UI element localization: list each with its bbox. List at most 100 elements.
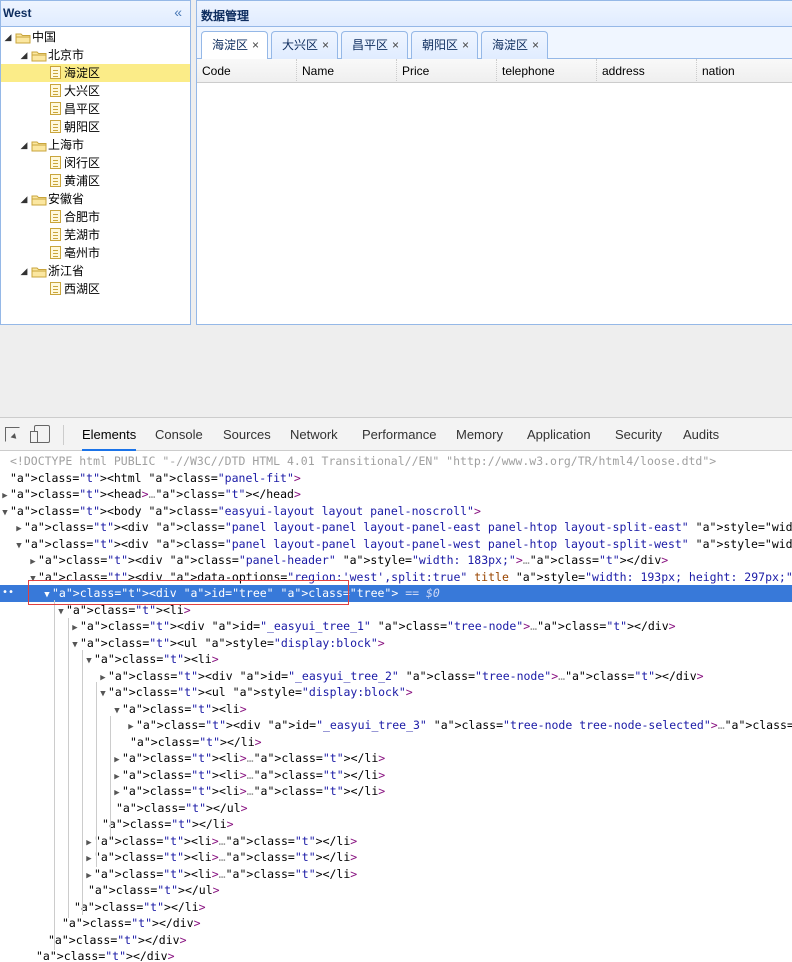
tree-node[interactable]: ◢ 浙江省 — [1, 262, 190, 280]
devtools-tab-elements[interactable]: Elements — [82, 418, 137, 451]
expand-triangle-icon[interactable]: ▶ — [84, 851, 94, 866]
dom-node-line[interactable]: <!DOCTYPE html PUBLIC "-//W3C//DTD HTML … — [0, 453, 792, 470]
dom-node-line[interactable]: ▼ "a">class="t"><li> — [0, 701, 792, 718]
expand-triangle-icon[interactable]: ▶ — [14, 521, 24, 536]
dom-node-line[interactable]: "a">class="t"></div> — [0, 932, 792, 949]
tree-node[interactable]: ◢ 安徽省 — [1, 190, 190, 208]
dom-node-line[interactable]: ▼ "a">class="t"><ul "a">style="display:bl… — [0, 635, 792, 652]
expand-triangle-icon[interactable]: ▶ — [84, 835, 94, 850]
dom-node-line[interactable]: ▶ "a">class="t"><li>…"a">class="t"></li> — [0, 750, 792, 767]
expand-triangle-icon[interactable]: ▶ — [98, 670, 108, 685]
collapse-triangle-icon[interactable]: ▼ — [42, 587, 52, 602]
tree-node[interactable]: 合肥市 — [1, 208, 190, 226]
tab-4[interactable]: 朝阳区 × — [411, 31, 479, 59]
collapse-triangle-icon[interactable]: ▼ — [14, 538, 24, 553]
collapse-triangle-icon[interactable]: ▼ — [98, 686, 108, 701]
column-header-address[interactable]: address — [597, 59, 697, 83]
tree-node[interactable]: 芜湖市 — [1, 226, 190, 244]
column-header-telephone[interactable]: telephone — [497, 59, 597, 83]
column-header-price[interactable]: Price — [397, 59, 497, 83]
expand-triangle-icon[interactable]: ▶ — [28, 554, 38, 569]
tree-node[interactable]: ◢ 北京市 — [1, 46, 190, 64]
dom-node-line[interactable]: ▶ "a">class="t"><head>…"a">class="t"></he… — [0, 486, 792, 503]
devtools-tab-network[interactable]: Network — [290, 418, 338, 451]
devtools-tab-console[interactable]: Console — [155, 418, 203, 451]
devtools-tab-security[interactable]: Security — [615, 418, 662, 451]
expand-triangle-icon[interactable]: ▶ — [70, 620, 80, 635]
selected-dom-node[interactable]: ▼ "a">class="t"><div "a">id="tree" "a">cl… — [0, 585, 792, 602]
tab-2[interactable]: 大兴区 × — [271, 31, 339, 59]
dom-node-line[interactable]: ▼ "a">class="t"><li> — [0, 651, 792, 668]
tree-expand-toggle-icon[interactable]: ◢ — [17, 190, 31, 208]
dom-node-line[interactable]: "a">class="t"></ul> — [0, 882, 792, 899]
devtools-tab-sources[interactable]: Sources — [223, 418, 271, 451]
tree-node[interactable]: ◢ 上海市 — [1, 136, 190, 154]
collapse-icon[interactable]: « — [174, 5, 182, 19]
tree-node[interactable]: 海淀区 — [1, 64, 190, 82]
tree-expand-toggle-icon[interactable]: ◢ — [1, 28, 15, 46]
tree-expand-toggle-icon[interactable]: ◢ — [17, 262, 31, 280]
dom-node-line[interactable]: ▶ "a">class="t"><li>…"a">class="t"></li> — [0, 783, 792, 800]
tree-node[interactable]: 朝阳区 — [1, 118, 190, 136]
devtools-tab-performance[interactable]: Performance — [362, 418, 436, 451]
dom-node-line[interactable]: "a">class="t"></div> — [0, 915, 792, 932]
tree-expand-toggle-icon[interactable]: ◢ — [17, 136, 31, 154]
tree-node[interactable]: 闵行区 — [1, 154, 190, 172]
dom-node-line[interactable]: "a">class="t"></li> — [0, 734, 792, 751]
dom-node-line[interactable]: ▼ "a">class="t"><ul "a">style="display:bl… — [0, 684, 792, 701]
tab-5[interactable]: 海淀区 × — [481, 31, 549, 59]
dom-node-line[interactable]: ▶ "a">class="t"><li>…"a">class="t"></li> — [0, 849, 792, 866]
tree-expand-toggle-icon[interactable]: ◢ — [17, 46, 31, 64]
inspect-element-icon[interactable] — [5, 427, 20, 442]
devtools-tab-audits[interactable]: Audits — [683, 418, 719, 451]
dom-node-line[interactable]: ▼ "a">class="t"><li> — [0, 602, 792, 619]
dom-node-line[interactable]: ▶ "a">class="t"><div "a">id="_easyui_tree… — [0, 618, 792, 635]
dom-node-line[interactable]: ▶ "a">class="t"><div "a">class="panel lay… — [0, 519, 792, 536]
collapse-triangle-icon[interactable]: ▼ — [84, 653, 94, 668]
tree-node[interactable]: 西湖区 — [1, 280, 190, 298]
device-toolbar-icon[interactable] — [30, 425, 50, 443]
collapse-triangle-icon[interactable]: ▼ — [112, 703, 122, 718]
column-header-name[interactable]: Name — [297, 59, 397, 83]
expand-triangle-icon[interactable]: ▶ — [112, 752, 122, 767]
expand-triangle-icon[interactable]: ▶ — [84, 868, 94, 883]
tree-node[interactable]: 昌平区 — [1, 100, 190, 118]
tree-node[interactable]: 黄浦区 — [1, 172, 190, 190]
tab-3[interactable]: 昌平区 × — [341, 31, 409, 59]
column-header-nation[interactable]: nation — [697, 59, 792, 83]
dom-node-line[interactable]: "a">class="t"></li> — [0, 816, 792, 833]
dom-node-line[interactable]: "a">class="t"></div> — [0, 948, 792, 962]
dom-node-line[interactable]: ▶ "a">class="t"><div "a">id="_easyui_tree… — [0, 668, 792, 685]
dom-node-line[interactable]: ▶ "a">class="t"><li>…"a">class="t"></li> — [0, 833, 792, 850]
dom-node-line[interactable]: ▶ "a">class="t"><div "a">class="panel-hea… — [0, 552, 792, 569]
dom-node-line[interactable]: ▼ "a">class="t"><div "a">data-options="re… — [0, 569, 792, 586]
collapse-triangle-icon[interactable]: ▼ — [0, 505, 10, 520]
tree-node[interactable]: ◢ 中国 — [1, 28, 190, 46]
dom-node-line[interactable]: ▼ "a">class="t"><body "a">class="easyui-l… — [0, 503, 792, 520]
tab-close-icon[interactable]: × — [462, 38, 469, 52]
collapse-triangle-icon[interactable]: ▼ — [70, 637, 80, 652]
tab-close-icon[interactable]: × — [532, 38, 539, 52]
dom-node-line[interactable]: ▼ "a">class="t"><div "a">class="panel lay… — [0, 536, 792, 553]
tab-1[interactable]: 海淀区 × — [201, 31, 269, 60]
dom-node-line[interactable]: "a">class="t"></ul> — [0, 800, 792, 817]
expand-triangle-icon[interactable]: ▶ — [126, 719, 136, 734]
dom-node-line[interactable]: ▶ "a">class="t"><li>…"a">class="t"></li> — [0, 767, 792, 784]
tab-close-icon[interactable]: × — [392, 38, 399, 52]
expand-triangle-icon[interactable]: ▶ — [112, 769, 122, 784]
collapse-triangle-icon[interactable]: ▼ — [28, 571, 38, 586]
tab-close-icon[interactable]: × — [252, 38, 259, 52]
devtools-tab-application[interactable]: Application — [527, 418, 591, 451]
dom-node-line[interactable]: "a">class="t"></li> — [0, 899, 792, 916]
tree-node[interactable]: 亳州市 — [1, 244, 190, 262]
tab-close-icon[interactable]: × — [322, 38, 329, 52]
dom-node-line[interactable]: "a">class="t"><html "a">class="panel-fit… — [0, 470, 792, 487]
column-header-code[interactable]: Code — [197, 59, 297, 83]
expand-triangle-icon[interactable]: ▶ — [112, 785, 122, 800]
expand-triangle-icon[interactable]: ▶ — [0, 488, 10, 503]
devtools-tab-memory[interactable]: Memory — [456, 418, 503, 451]
dom-node-line[interactable]: ▶ "a">class="t"><div "a">id="_easyui_tree… — [0, 717, 792, 734]
dom-node-line[interactable]: ▶ "a">class="t"><li>…"a">class="t"></li> — [0, 866, 792, 883]
tree-node[interactable]: 大兴区 — [1, 82, 190, 100]
collapse-triangle-icon[interactable]: ▼ — [56, 604, 66, 619]
